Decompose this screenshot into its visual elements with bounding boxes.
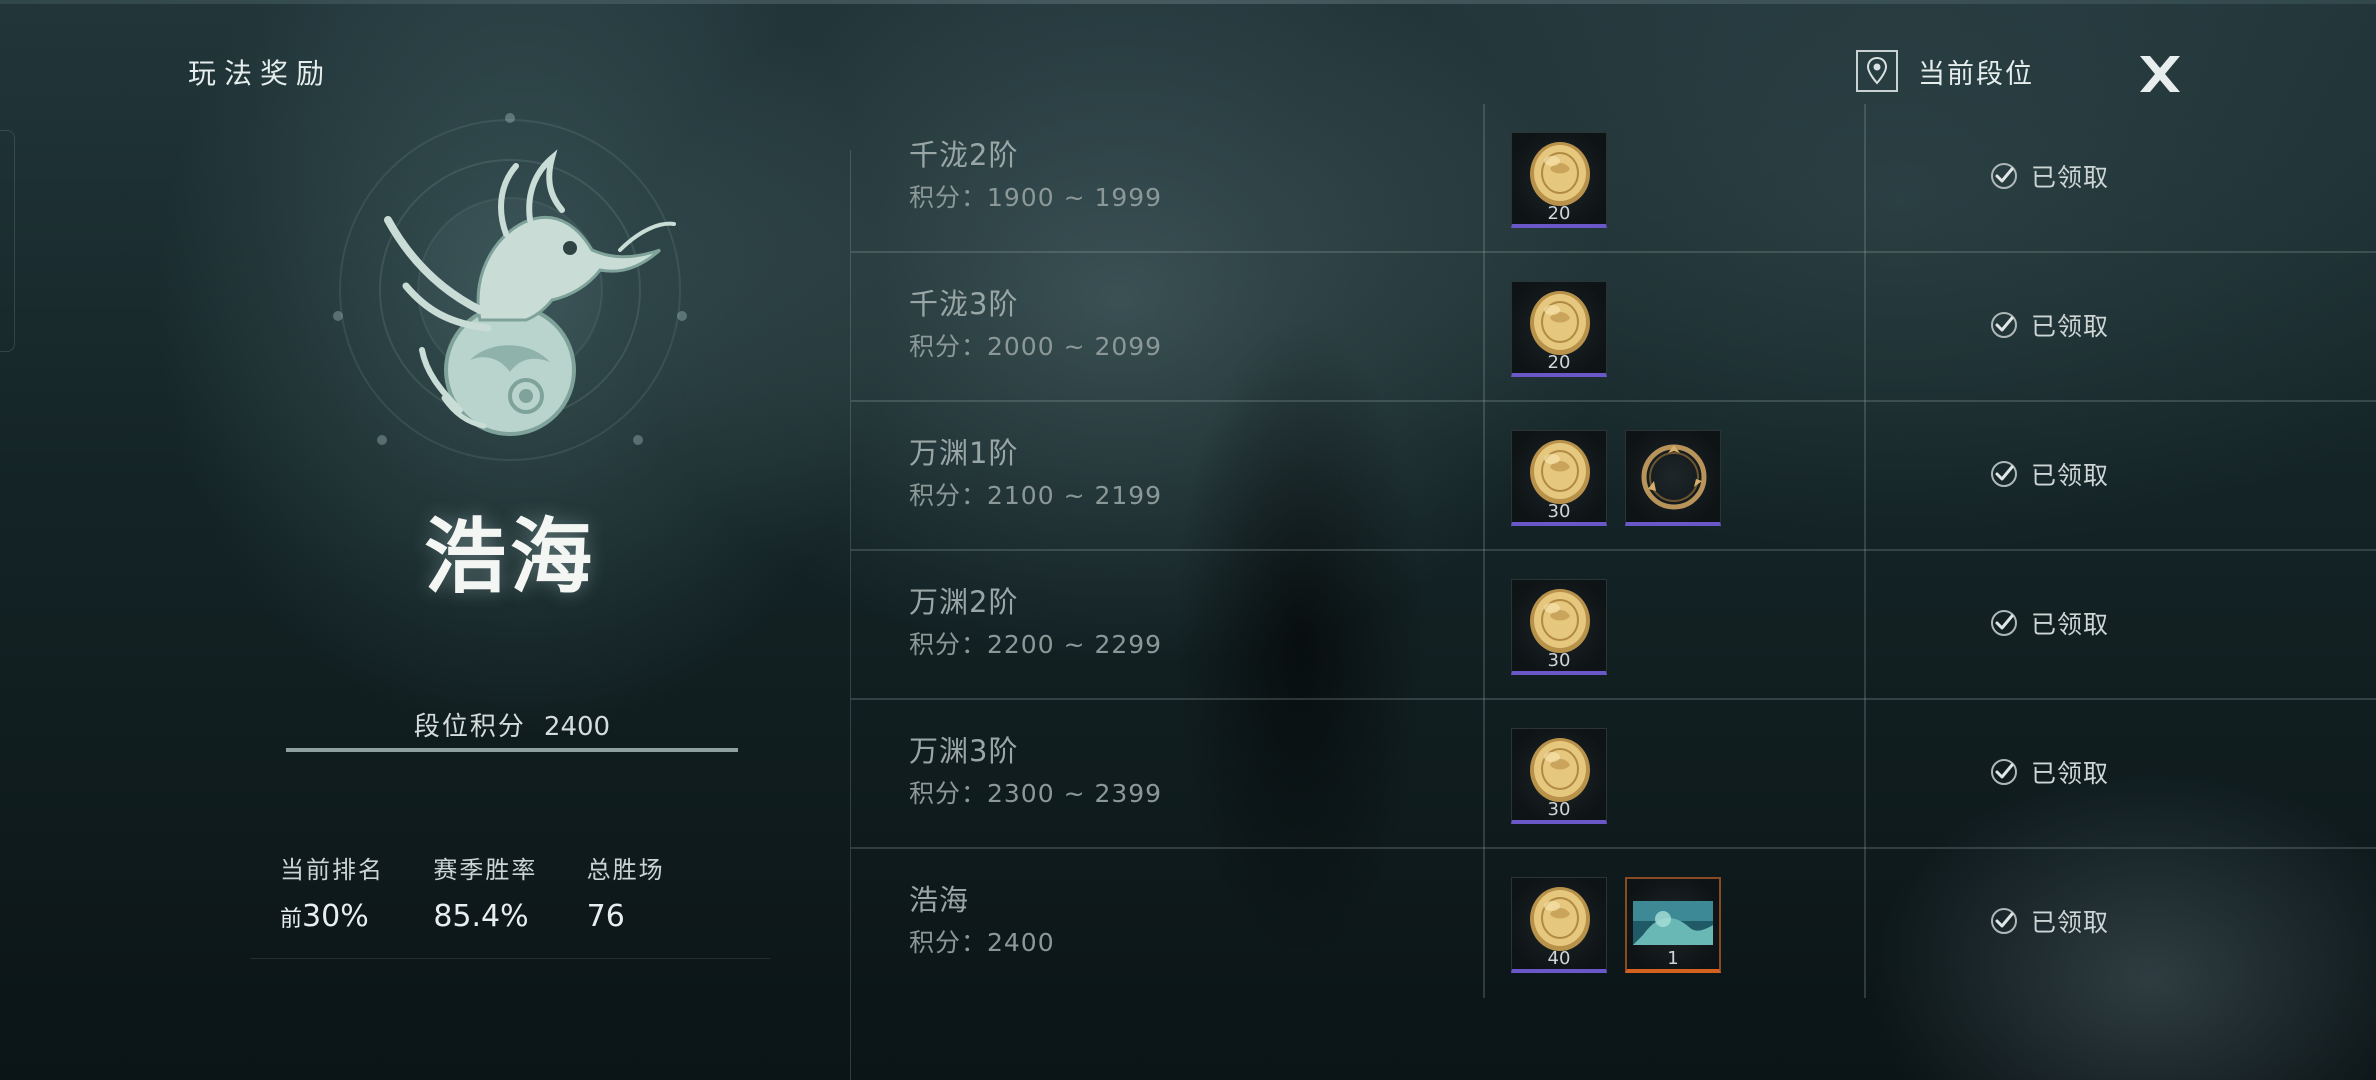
divider (1483, 253, 1485, 402)
stat-value: 76 (586, 899, 625, 934)
page-title: 玩法奖励 (188, 57, 333, 90)
stat-number: 30% (302, 899, 369, 934)
reward-score-range: 积分：2200 ~ 2299 (909, 630, 1163, 659)
reward-row: 万渊3阶 积分：2300 ~ 2399 30 已领取 (851, 700, 2376, 849)
checkmark-circle-icon (1991, 312, 2017, 338)
reward-score-range: 积分：2400 (909, 928, 1055, 957)
side-tab[interactable] (0, 130, 15, 352)
reward-item[interactable]: 30 (1511, 430, 1607, 526)
location-pin-icon (1856, 50, 1898, 92)
rank-score: 段位积分 2400 (286, 706, 738, 743)
checkmark-circle-icon (1991, 759, 2017, 785)
reward-row: 浩海 积分：2400 40 1 已领取 (851, 849, 2376, 998)
reward-item[interactable]: 20 (1511, 132, 1607, 228)
reward-item[interactable]: 20 (1511, 281, 1607, 377)
reward-item[interactable]: 30 (1511, 728, 1607, 824)
reward-item-qty: 20 (1547, 352, 1571, 373)
divider (1864, 700, 1866, 849)
divider (1483, 104, 1485, 253)
stat-total-wins: 总胜场 76 (587, 850, 740, 934)
reward-item-qty: 30 (1547, 650, 1571, 671)
claimed-status: 已领取 (1989, 158, 2109, 194)
reward-items: 20 (1511, 281, 1607, 377)
reward-tier-name: 浩海 (909, 883, 970, 917)
reward-tier-name: 万渊1阶 (909, 436, 1019, 470)
claimed-label: 已领取 (2031, 610, 2110, 639)
stat-value: 85.4% (433, 899, 529, 934)
divider (250, 958, 770, 959)
claimed-status: 已领取 (1989, 754, 2109, 790)
reward-score-range: 积分：2300 ~ 2399 (909, 779, 1163, 808)
reward-tier-name: 千泷3阶 (909, 287, 1019, 321)
reward-item[interactable]: 1 (1625, 877, 1721, 973)
reward-tier-name: 万渊3阶 (909, 734, 1019, 768)
reward-row: 万渊2阶 积分：2200 ~ 2299 30 已领取 (851, 551, 2376, 700)
divider (1864, 104, 1866, 253)
stat-value: 前30% (280, 899, 433, 934)
close-icon[interactable] (2134, 52, 2186, 96)
claimed-label: 已领取 (2031, 759, 2110, 788)
reward-item-qty: 30 (1547, 799, 1571, 820)
divider (1864, 253, 1866, 402)
reward-items: 20 (1511, 132, 1607, 228)
rank-score-value: 2400 (543, 712, 611, 742)
stat-label: 总胜场 (586, 856, 665, 884)
current-rank-button[interactable]: 当前段位 (1856, 50, 2034, 92)
claimed-status: 已领取 (1989, 605, 2109, 641)
checkmark-circle-icon (1991, 461, 2017, 487)
rank-score-label: 段位积分 (413, 712, 526, 742)
claimed-label: 已领取 (2031, 461, 2110, 490)
claimed-label: 已领取 (2031, 908, 2110, 937)
checkmark-circle-icon (1991, 908, 2017, 934)
reward-items: 30 (1511, 430, 1721, 526)
checkmark-circle-icon (1991, 163, 2017, 189)
reward-items: 30 (1511, 579, 1607, 675)
reward-items: 40 1 (1511, 877, 1721, 973)
claimed-status: 已领取 (1989, 456, 2109, 492)
claimed-label: 已领取 (2031, 312, 2110, 341)
rank-name: 浩海 (423, 509, 596, 605)
current-rank-label: 当前段位 (1918, 58, 2034, 90)
divider (1483, 551, 1485, 700)
checkmark-circle-icon (1991, 610, 2017, 636)
reward-row: 千泷3阶 积分：2000 ~ 2099 20 已领取 (851, 253, 2376, 402)
reward-list[interactable]: 千泷2阶 积分：1900 ~ 1999 20 已领取 千泷3阶 积分：2000 … (851, 104, 2376, 998)
stat-prefix: 前 (280, 907, 303, 932)
rank-score-bar (286, 748, 738, 752)
divider (1864, 402, 1866, 551)
reward-item-qty: 20 (1547, 203, 1571, 224)
top-border (0, 0, 2376, 4)
stat-season-winrate: 赛季胜率 85.4% (433, 850, 586, 934)
reward-score-range: 积分：1900 ~ 1999 (909, 183, 1163, 212)
reward-item-qty: 30 (1547, 501, 1571, 522)
stat-label: 当前排名 (280, 856, 384, 884)
reward-item[interactable]: 40 (1511, 877, 1607, 973)
reward-score-range: 积分：2100 ~ 2199 (909, 481, 1163, 510)
reward-item[interactable] (1625, 430, 1721, 526)
reward-items: 30 (1511, 728, 1607, 824)
reward-item-qty: 1 (1667, 948, 1679, 969)
claimed-status: 已领取 (1989, 307, 2109, 343)
divider (1483, 700, 1485, 849)
reward-tier-name: 千泷2阶 (909, 138, 1019, 172)
divider (1864, 551, 1866, 700)
reward-tier-name: 万渊2阶 (909, 585, 1019, 619)
claimed-status: 已领取 (1989, 903, 2109, 939)
stats-panel: 当前排名 前30% 赛季胜率 85.4% 总胜场 76 (280, 850, 740, 934)
stat-label: 赛季胜率 (433, 856, 538, 884)
divider (1483, 402, 1485, 551)
reward-row: 千泷2阶 积分：1900 ~ 1999 20 已领取 (851, 104, 2376, 253)
divider (1483, 849, 1485, 998)
reward-item-qty: 40 (1547, 948, 1571, 969)
reward-item[interactable]: 30 (1511, 579, 1607, 675)
reward-row: 万渊1阶 积分：2100 ~ 2199 30 已领取 (851, 402, 2376, 551)
stat-current-ranking: 当前排名 前30% (280, 850, 433, 934)
divider (1864, 849, 1866, 998)
claimed-label: 已领取 (2031, 163, 2110, 192)
reward-score-range: 积分：2000 ~ 2099 (909, 332, 1163, 361)
rank-emblem (330, 110, 690, 470)
